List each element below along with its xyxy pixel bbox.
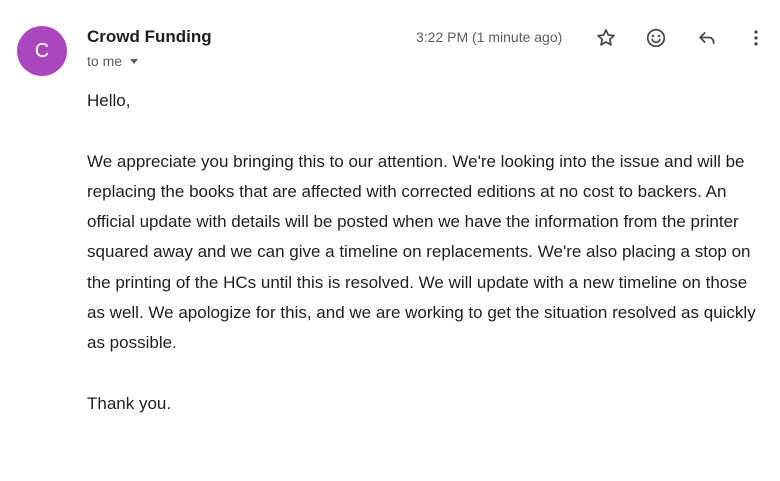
recipient-details-toggle[interactable]: to me: [87, 53, 139, 69]
chevron-down-icon: [130, 59, 139, 64]
emoji-reaction-icon: [646, 28, 666, 48]
add-reaction-button[interactable]: [642, 24, 670, 52]
more-vert-icon: [754, 30, 758, 46]
star-button[interactable]: [592, 24, 620, 52]
message-timestamp: 3:22 PM (1 minute ago): [416, 29, 563, 45]
message-greeting: Hello,: [87, 91, 131, 110]
avatar[interactable]: C: [17, 26, 67, 76]
sender-name[interactable]: Crowd Funding: [87, 27, 212, 47]
message-closing: Thank you.: [87, 393, 172, 413]
avatar-letter: C: [34, 39, 50, 62]
message-paragraph: We appreciate you bringing this to our a…: [87, 151, 756, 353]
more-options-button[interactable]: [742, 24, 770, 52]
reply-button[interactable]: [693, 24, 721, 52]
star-icon: [597, 29, 615, 46]
recipient-label: to me: [87, 53, 123, 69]
message-body: Hello, We appreciate you bringing this t…: [87, 86, 757, 419]
reply-icon: [699, 32, 715, 45]
